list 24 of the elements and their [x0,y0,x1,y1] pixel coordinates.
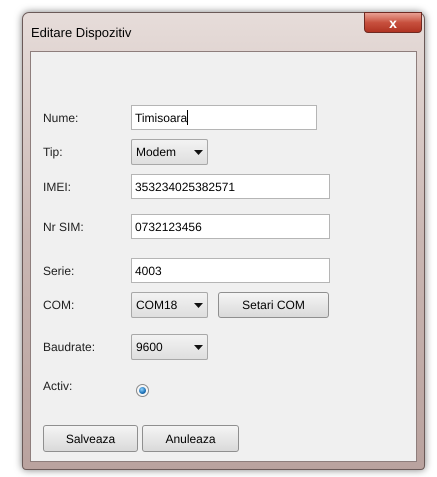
text-field[interactable]: 4003 [131,258,330,283]
window-title: Editare Dispozitiv [31,24,132,42]
field-label: Serie: [43,262,76,280]
field-label: IMEI: [43,178,72,196]
text-field[interactable]: 353234025382571 [131,174,330,199]
dialog-button[interactable]: Anuleaza [142,425,239,452]
dropdown-arrow-icon [194,344,203,350]
text-field[interactable]: 0732123456 [131,214,330,239]
dropdown[interactable]: COM18 [131,292,208,318]
field-label: Activ: [43,378,74,395]
field-label: Nume: [43,110,80,126]
dropdown-arrow-icon [194,150,203,154]
settings-button[interactable]: Setari COM [218,292,329,318]
dropdown[interactable]: 9600 [131,334,208,360]
field-label: Nr SIM: [43,218,85,236]
text-field[interactable]: Timisoara [131,105,317,130]
dropdown[interactable]: Modem [131,139,208,165]
dialog-button[interactable]: Salveaza [43,425,138,452]
field-label: COM: [43,297,76,314]
radio-button[interactable] [136,384,149,397]
field-label: Baudrate: [43,339,96,356]
close-button[interactable]: x [364,12,422,33]
dropdown-arrow-icon [194,302,203,308]
field-label: Tip: [43,144,64,161]
